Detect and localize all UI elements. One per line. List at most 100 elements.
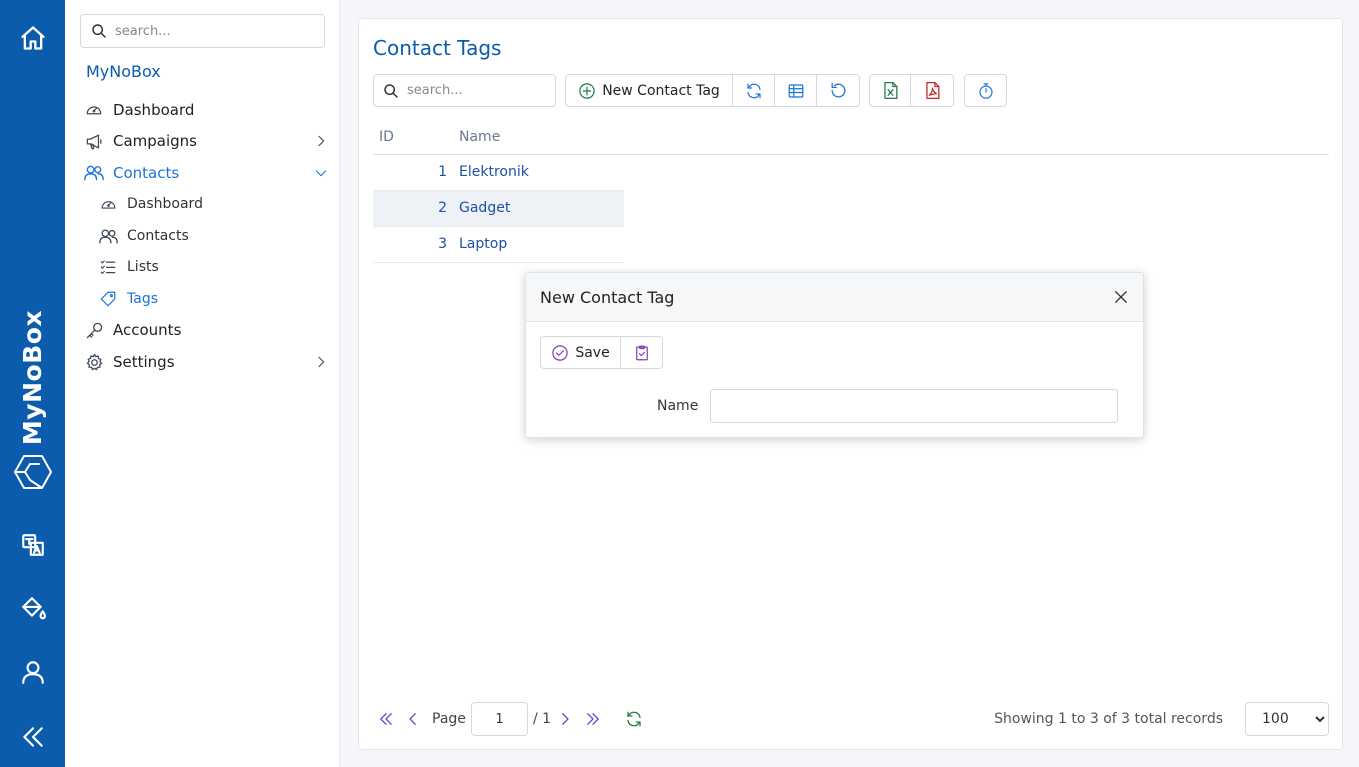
stopwatch-icon — [978, 82, 993, 99]
undo-icon — [831, 82, 845, 98]
table-row[interactable]: 1 Elektronik — [373, 155, 624, 191]
close-icon[interactable] — [1112, 288, 1130, 306]
last-page-button[interactable] — [583, 709, 603, 729]
tag-icon — [98, 289, 118, 309]
sidebar-item-label: Campaigns — [113, 132, 198, 150]
translate-icon[interactable] — [0, 530, 65, 560]
page-size-select[interactable]: 100 — [1245, 702, 1329, 736]
page-number-input[interactable] — [471, 702, 528, 736]
sidebar-subitem-contacts-lists[interactable]: Lists — [98, 256, 318, 278]
new-contact-tag-button[interactable]: New Contact Tag — [566, 75, 733, 106]
sidebar-item-contacts[interactable]: Contacts — [84, 161, 329, 185]
sidebar-subitem-label: Dashboard — [127, 196, 203, 212]
first-page-button[interactable] — [376, 709, 396, 729]
chevron-right-icon — [318, 356, 325, 368]
cell-id: 2 — [438, 200, 447, 216]
refresh-icon — [627, 711, 641, 727]
paint-bucket-icon[interactable] — [0, 593, 65, 623]
dialog-header: New Contact Tag — [526, 273, 1143, 322]
dialog-toolbar: Save — [540, 336, 663, 369]
page-title: Contact Tags — [373, 36, 502, 60]
chevron-right-icon — [562, 713, 569, 725]
user-icon[interactable] — [0, 657, 65, 687]
cell-name[interactable]: Laptop — [459, 236, 507, 252]
sidebar-item-label: Dashboard — [113, 101, 195, 119]
reset-button[interactable] — [817, 75, 859, 106]
refresh-button[interactable] — [733, 75, 775, 106]
sidebar-subitem-contacts-dashboard[interactable]: Dashboard — [98, 193, 318, 215]
app-rail: MyNoBox — [0, 0, 65, 767]
brand-vertical-text: MyNoBox — [18, 309, 48, 445]
timer-button[interactable] — [965, 75, 1006, 106]
pager: Page / 1 Showing 1 to 3 of 3 total recor… — [373, 702, 1329, 736]
table-icon — [788, 83, 803, 98]
chevron-right-icon — [318, 135, 325, 147]
sidebar: MyNoBox Dashboard Campaigns Contacts Das… — [65, 0, 340, 767]
table-search[interactable] — [373, 74, 556, 107]
sidebar-subitem-label: Tags — [127, 291, 158, 307]
dashboard-icon — [98, 194, 118, 214]
cell-name[interactable]: Gadget — [459, 200, 510, 216]
plus-circle-icon — [579, 82, 595, 99]
sidebar-search-input[interactable] — [115, 23, 305, 39]
sidebar-search[interactable] — [80, 14, 325, 48]
chevron-left-icon — [409, 713, 416, 725]
collapse-icon[interactable] — [0, 722, 65, 752]
name-field[interactable] — [710, 389, 1118, 423]
refresh-icon — [746, 83, 761, 98]
excel-file-icon — [883, 81, 897, 100]
sidebar-item-campaigns[interactable]: Campaigns — [84, 129, 329, 153]
new-contact-tag-label: New Contact Tag — [602, 82, 720, 99]
pager-refresh-button[interactable] — [624, 709, 644, 729]
total-pages: / 1 — [533, 711, 552, 727]
columns-button[interactable] — [775, 75, 817, 106]
mynobox-logo-icon — [0, 452, 65, 492]
sidebar-subitem-label: Contacts — [127, 228, 189, 244]
column-header-name[interactable]: Name — [459, 129, 500, 145]
table-row[interactable]: 2 Gadget — [373, 191, 624, 227]
pdf-file-icon — [925, 81, 939, 100]
prev-page-button[interactable] — [403, 709, 423, 729]
table-search-input[interactable] — [407, 83, 547, 98]
sidebar-item-dashboard[interactable]: Dashboard — [84, 98, 329, 122]
export-excel-button[interactable] — [870, 75, 911, 106]
users-icon — [84, 163, 104, 183]
toolbar-main-group: New Contact Tag — [565, 74, 860, 107]
export-pdf-button[interactable] — [911, 75, 953, 106]
new-contact-tag-dialog: New Contact Tag Save Name — [525, 272, 1144, 438]
records-summary: Showing 1 to 3 of 3 total records — [994, 711, 1223, 727]
sidebar-item-settings[interactable]: Settings — [84, 350, 329, 374]
cell-id: 3 — [438, 236, 447, 252]
sidebar-item-accounts[interactable]: Accounts — [84, 318, 329, 342]
sidebar-subitem-label: Lists — [127, 259, 159, 275]
dialog-title: New Contact Tag — [540, 288, 675, 307]
next-page-button[interactable] — [555, 709, 575, 729]
tags-table: ID Name 1 Elektronik 2 Gadget 3 Laptop — [373, 123, 1329, 263]
name-field-label: Name — [657, 398, 699, 414]
toolbar-export-group — [869, 74, 954, 107]
clipboard-button[interactable] — [621, 337, 662, 368]
save-label: Save — [575, 344, 610, 361]
cell-name[interactable]: Elektronik — [459, 164, 529, 180]
list-icon — [98, 257, 118, 277]
check-circle-icon — [552, 344, 569, 361]
double-chevron-right-icon — [587, 713, 599, 725]
sidebar-subitem-contacts-contacts[interactable]: Contacts — [98, 225, 318, 247]
toolbar-timer-group — [964, 74, 1007, 107]
sidebar-subitem-contacts-tags[interactable]: Tags — [98, 288, 318, 310]
save-button[interactable]: Save — [541, 337, 621, 368]
cell-id: 1 — [438, 164, 447, 180]
table-header: ID Name — [373, 123, 1329, 155]
column-header-id[interactable]: ID — [379, 129, 394, 145]
key-icon — [84, 320, 104, 340]
search-icon — [384, 83, 398, 98]
sidebar-brand: MyNoBox — [86, 62, 161, 81]
home-icon[interactable] — [0, 22, 65, 54]
search-icon — [92, 24, 106, 38]
page-label: Page — [432, 711, 466, 727]
table-row[interactable]: 3 Laptop — [373, 227, 624, 263]
users-icon — [98, 226, 118, 246]
chevron-down-icon — [315, 170, 327, 177]
dashboard-icon — [84, 100, 104, 120]
sidebar-item-label: Contacts — [113, 164, 180, 182]
